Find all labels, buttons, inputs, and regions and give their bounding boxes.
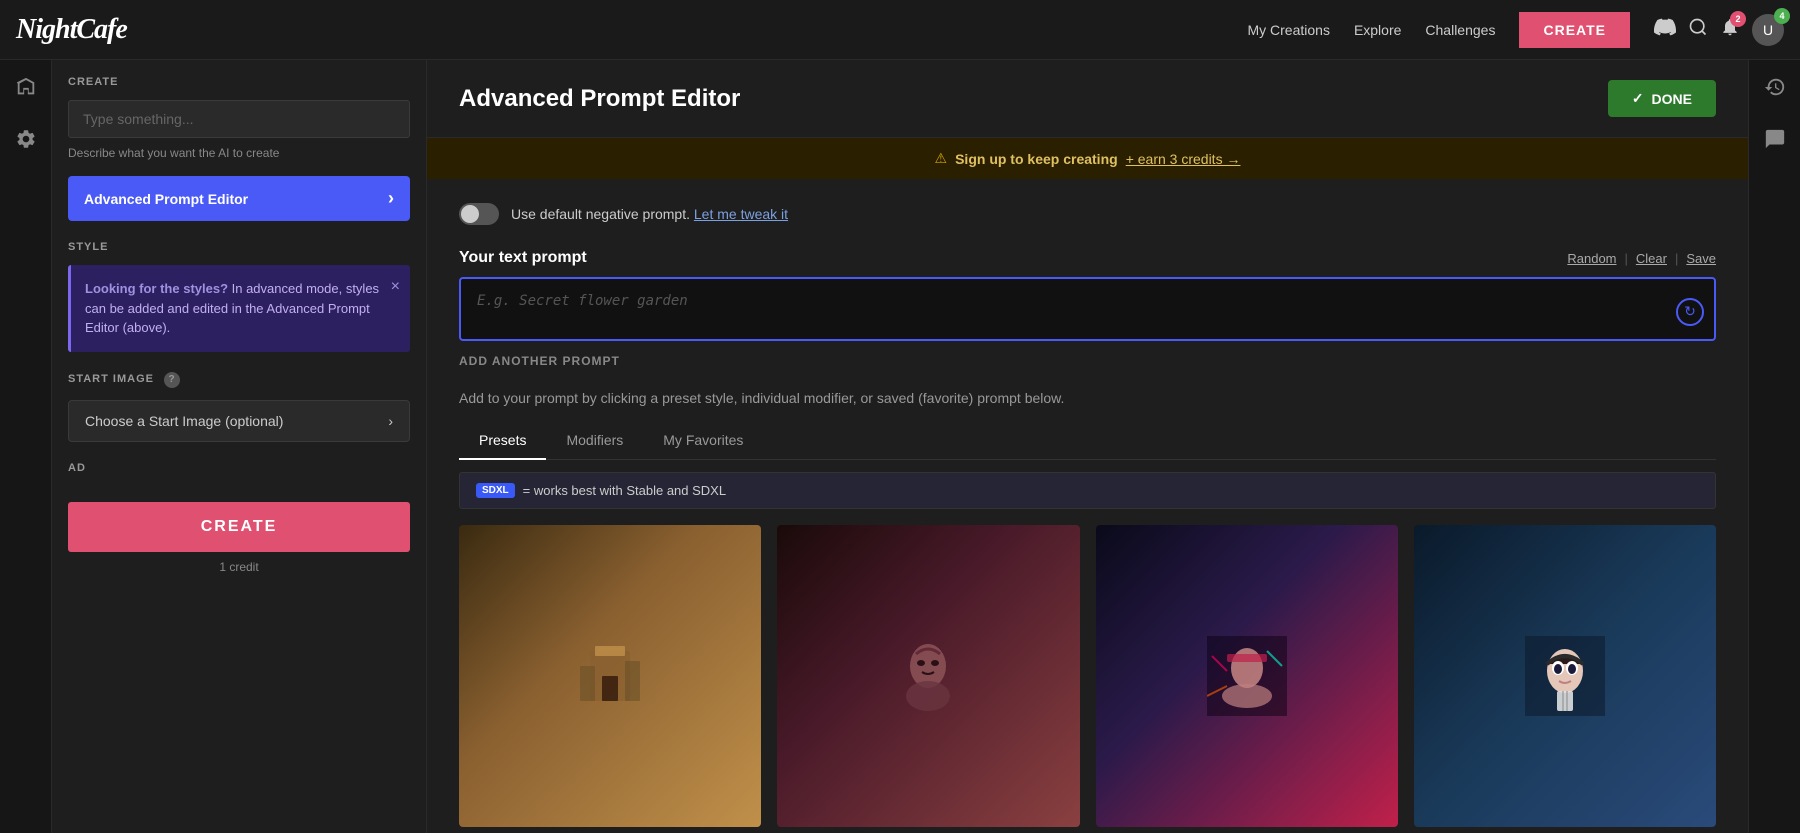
save-action[interactable]: Save bbox=[1686, 251, 1716, 266]
style-info-box: × Looking for the styles? In advanced mo… bbox=[68, 265, 410, 352]
start-image-help-icon[interactable]: ? bbox=[164, 372, 180, 388]
preset-card-striking[interactable]: Striking SDXL bbox=[1096, 525, 1398, 833]
advanced-prompt-label: Advanced Prompt Editor bbox=[84, 191, 248, 207]
preset-image-anime bbox=[1414, 525, 1716, 827]
sdxl-banner-text: = works best with Stable and SDXL bbox=[523, 483, 726, 498]
done-checkmark-icon: ✓ bbox=[1632, 90, 1644, 107]
tab-modifiers[interactable]: Modifiers bbox=[546, 422, 643, 460]
settings-icon[interactable] bbox=[15, 128, 37, 156]
advanced-prompt-editor-button[interactable]: Advanced Prompt Editor › bbox=[68, 176, 410, 221]
right-strip bbox=[1748, 60, 1800, 833]
create-button[interactable]: CREATE bbox=[68, 502, 410, 552]
warning-icon: ⚠ bbox=[935, 150, 948, 167]
sidebar-description: Describe what you want the AI to create bbox=[68, 146, 410, 160]
clear-action[interactable]: Clear bbox=[1636, 251, 1667, 266]
notifications-icon[interactable]: 2 bbox=[1720, 17, 1740, 42]
topnav-icons: 2 U 4 bbox=[1654, 14, 1784, 46]
main-layout: CREATE Describe what you want the AI to … bbox=[0, 60, 1800, 833]
home-icon[interactable] bbox=[15, 76, 37, 104]
prompt-input-wrap: ↻ bbox=[459, 277, 1716, 346]
random-action[interactable]: Random bbox=[1567, 251, 1616, 266]
nav-challenges[interactable]: Challenges bbox=[1425, 22, 1495, 38]
style-info-text: Looking for the styles? In advanced mode… bbox=[85, 281, 379, 335]
prompt-header: Your text prompt Random | Clear | Save bbox=[459, 249, 1716, 267]
style-section: STYLE × Looking for the styles? In advan… bbox=[68, 241, 410, 352]
preset-thumb-striking bbox=[1096, 525, 1398, 827]
preset-card-anime[interactable]: Anime v2 SDXL bbox=[1414, 525, 1716, 833]
preset-card-nightcafe[interactable]: NightCafe bbox=[459, 525, 761, 833]
start-image-section: START IMAGE ? Choose a Start Image (opti… bbox=[68, 372, 410, 442]
nav-explore[interactable]: Explore bbox=[1354, 22, 1401, 38]
add-another-prompt-button[interactable]: ADD ANOTHER PROMPT bbox=[459, 354, 620, 368]
messages-icon[interactable]: U 4 bbox=[1752, 14, 1784, 46]
preset-thumb-anime bbox=[1414, 525, 1716, 827]
preset-card-artistic-portrait[interactable]: Artistic Portrait bbox=[777, 525, 1079, 833]
main-content: Advanced Prompt Editor ✓ DONE ⚠ Sign up … bbox=[427, 60, 1748, 833]
separator-1: | bbox=[1625, 251, 1628, 266]
editor-body: Use default negative prompt. Let me twea… bbox=[427, 179, 1748, 833]
negative-prompt-row: Use default negative prompt. Let me twea… bbox=[459, 203, 1716, 225]
chat-icon[interactable] bbox=[1764, 128, 1786, 156]
start-image-title: START IMAGE ? bbox=[68, 372, 410, 388]
nav-links: My Creations Explore Challenges CREATE 2 bbox=[1247, 12, 1784, 48]
preset-image-striking bbox=[1096, 525, 1398, 827]
style-section-title: STYLE bbox=[68, 241, 410, 253]
arrow-icon: › bbox=[388, 188, 394, 209]
tweak-link[interactable]: Let me tweak it bbox=[694, 206, 788, 222]
page-title: Advanced Prompt Editor bbox=[459, 85, 740, 113]
done-label: DONE bbox=[1652, 91, 1692, 107]
credit-text: 1 credit bbox=[68, 560, 410, 574]
start-image-button[interactable]: Choose a Start Image (optional) › bbox=[68, 400, 410, 442]
text-prompt-input[interactable] bbox=[459, 277, 1716, 341]
tab-presets[interactable]: Presets bbox=[459, 422, 546, 460]
discord-icon[interactable] bbox=[1654, 16, 1676, 43]
app-logo: NightCafe bbox=[16, 14, 127, 46]
topnav-create-button[interactable]: CREATE bbox=[1519, 12, 1630, 48]
preset-thumb-nightcafe bbox=[459, 525, 761, 827]
separator-2: | bbox=[1675, 251, 1678, 266]
history-icon[interactable] bbox=[1764, 76, 1786, 104]
sdxl-banner: SDXL = works best with Stable and SDXL bbox=[459, 472, 1716, 509]
ad-section: AD bbox=[68, 462, 410, 474]
top-navigation: NightCafe My Creations Explore Challenge… bbox=[0, 0, 1800, 60]
preset-info-text: Add to your prompt by clicking a preset … bbox=[459, 390, 1716, 406]
preset-image-nightcafe bbox=[459, 525, 761, 827]
search-icon[interactable] bbox=[1688, 17, 1708, 42]
prompt-label: Your text prompt bbox=[459, 249, 587, 267]
style-info-close-button[interactable]: × bbox=[391, 275, 400, 299]
start-image-arrow-icon: › bbox=[388, 413, 393, 429]
prompt-input-sidebar[interactable] bbox=[68, 100, 410, 138]
signup-banner: ⚠ Sign up to keep creating + earn 3 cred… bbox=[427, 138, 1748, 179]
messages-badge: 4 bbox=[1774, 8, 1790, 24]
sidebar: CREATE Describe what you want the AI to … bbox=[52, 60, 427, 833]
sdxl-tag: SDXL bbox=[476, 483, 515, 498]
ad-section-title: AD bbox=[68, 462, 410, 474]
earn-credits-link[interactable]: + earn 3 credits → bbox=[1126, 151, 1241, 167]
create-section-title: CREATE bbox=[68, 76, 410, 88]
nav-my-creations[interactable]: My Creations bbox=[1247, 22, 1329, 38]
preset-image-artistic-portrait bbox=[777, 525, 1079, 827]
prompt-actions: Random | Clear | Save bbox=[1567, 251, 1716, 266]
tab-my-favorites[interactable]: My Favorites bbox=[643, 422, 763, 460]
done-button[interactable]: ✓ DONE bbox=[1608, 80, 1716, 117]
toggle-knob bbox=[461, 205, 479, 223]
notifications-badge: 2 bbox=[1730, 11, 1746, 27]
prompt-section: Your text prompt Random | Clear | Save ↻… bbox=[459, 249, 1716, 370]
negative-prompt-label: Use default negative prompt. Let me twea… bbox=[511, 206, 788, 222]
generate-prompt-icon[interactable]: ↻ bbox=[1676, 298, 1704, 326]
preset-thumb-artistic-portrait bbox=[777, 525, 1079, 827]
start-image-label: Choose a Start Image (optional) bbox=[85, 413, 283, 429]
content-header: Advanced Prompt Editor ✓ DONE bbox=[427, 60, 1748, 138]
negative-prompt-toggle[interactable] bbox=[459, 203, 499, 225]
signup-text: Sign up to keep creating bbox=[955, 151, 1118, 167]
sdxl-banner-wrap: SDXL = works best with Stable and SDXL bbox=[459, 472, 1716, 509]
tabs-row: Presets Modifiers My Favorites bbox=[459, 422, 1716, 460]
icon-strip bbox=[0, 60, 52, 833]
presets-grid: NightCafe bbox=[459, 525, 1716, 833]
